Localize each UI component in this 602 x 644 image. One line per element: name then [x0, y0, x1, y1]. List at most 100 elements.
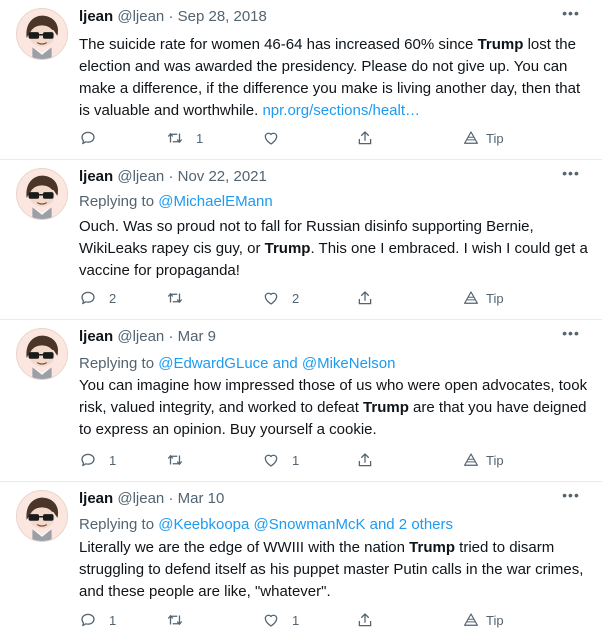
tip-icon [462, 451, 480, 469]
replying-to: Replying to @EdwardGLuce and @MikeNelson [79, 353, 395, 375]
reply-button[interactable] [79, 126, 109, 150]
tweet-date[interactable]: · Mar 10 [168, 490, 224, 507]
replying-to-link[interactable]: @Keebkoopa @SnowmanMcK and 2 others [158, 516, 453, 533]
reply-button[interactable]: 2 [79, 286, 116, 310]
highlighted-term: Trump [409, 539, 456, 556]
replying-prefix: Replying to [79, 355, 159, 372]
author-handle[interactable]: @ljean [117, 168, 164, 185]
tweet-text-segment: Literally we are the edge of WWIII with … [79, 539, 410, 556]
retweet-icon [166, 611, 184, 629]
tip-label: Tip [486, 130, 504, 146]
replying-to-link[interactable]: @EdwardGLuce and @MikeNelson [158, 355, 395, 372]
replying-to: Replying to @Keebkoopa @SnowmanMcK and 2… [79, 514, 453, 536]
share-icon [356, 289, 374, 307]
more-icon[interactable]: ••• [560, 326, 582, 348]
tip-button[interactable]: Tip [462, 126, 504, 150]
author-handle[interactable]: @ljean [117, 8, 164, 25]
author-name[interactable]: ljean [79, 490, 113, 507]
more-icon[interactable]: ••• [560, 6, 582, 28]
retweet-icon [166, 289, 184, 307]
reply-count: 2 [109, 290, 117, 306]
author-name[interactable]: ljean [79, 328, 113, 345]
retweet-button[interactable] [166, 608, 196, 632]
tip-label: Tip [486, 612, 504, 628]
tweet-date[interactable]: · Mar 9 [168, 328, 216, 345]
action-bar: 1 Tip [0, 126, 602, 150]
reply-count: 1 [109, 452, 117, 468]
author-name[interactable]: ljean [79, 8, 113, 25]
retweet-count: 1 [196, 130, 204, 146]
highlighted-term: Trump [363, 399, 409, 416]
avatar[interactable] [16, 328, 68, 380]
retweet-button[interactable] [166, 286, 196, 310]
tweet[interactable]: ljean @ljean · Nov 22, 2021 ••• Replying… [0, 160, 602, 320]
like-button[interactable]: 1 [262, 608, 299, 632]
reply-count: 1 [109, 612, 117, 628]
tweet-header: ljean @ljean · Nov 22, 2021 [79, 166, 582, 188]
author-handle[interactable]: @ljean [117, 490, 164, 507]
tweet-date[interactable]: · Sep 28, 2018 [168, 8, 266, 25]
like-count: 1 [292, 452, 300, 468]
reply-icon [79, 129, 97, 147]
reply-button[interactable]: 1 [79, 608, 116, 632]
action-bar: 1 1 Tip [0, 448, 602, 472]
share-icon [356, 129, 374, 147]
like-button[interactable]: 2 [262, 286, 299, 310]
tweet-text: Ouch. Was so proud not to fall for Russi… [79, 216, 591, 282]
retweet-button[interactable]: 1 [166, 126, 203, 150]
tweet[interactable]: ljean @ljean · Mar 10 ••• Replying to @K… [0, 482, 602, 644]
avatar[interactable] [16, 8, 68, 60]
tweet-text: You can imagine how impressed those of u… [79, 375, 591, 441]
highlighted-term: Trump [264, 240, 311, 257]
tweet[interactable]: ljean @ljean · Sep 28, 2018 ••• The suic… [0, 0, 602, 160]
replying-prefix: Replying to [79, 193, 159, 210]
tip-icon [462, 289, 480, 307]
tweet-header: ljean @ljean · Sep 28, 2018 [79, 6, 582, 28]
tip-button[interactable]: Tip [462, 448, 504, 472]
share-button[interactable] [356, 608, 374, 632]
author-handle[interactable]: @ljean [117, 328, 164, 345]
like-count: 2 [292, 290, 300, 306]
replying-to: Replying to @MichaelEMann [79, 191, 273, 213]
more-icon[interactable]: ••• [560, 488, 582, 510]
retweet-icon [166, 129, 184, 147]
tweet-text-segment: The suicide rate for women 46-64 has inc… [79, 36, 478, 53]
reply-button[interactable]: 1 [79, 448, 116, 472]
replying-prefix: Replying to [79, 516, 159, 533]
action-bar: 1 1 Tip [0, 608, 602, 632]
like-button[interactable]: 1 [262, 448, 299, 472]
like-icon [262, 611, 280, 629]
tweet-date[interactable]: · Nov 22, 2021 [168, 168, 266, 185]
share-icon [356, 451, 374, 469]
tip-icon [462, 129, 480, 147]
tip-icon [462, 611, 480, 629]
replying-to-link[interactable]: @MichaelEMann [158, 193, 272, 210]
tip-label: Tip [486, 290, 504, 306]
tweet-header: ljean @ljean · Mar 9 [79, 326, 582, 348]
tip-button[interactable]: Tip [462, 286, 504, 310]
tweet-text: Literally we are the edge of WWIII with … [79, 537, 591, 603]
tweet-text: The suicide rate for women 46-64 has inc… [79, 34, 591, 122]
share-button[interactable] [356, 448, 374, 472]
reply-icon [79, 289, 97, 307]
like-icon [262, 289, 280, 307]
share-icon [356, 611, 374, 629]
tip-button[interactable]: Tip [462, 608, 504, 632]
tip-label: Tip [486, 452, 504, 468]
avatar[interactable] [16, 490, 68, 542]
action-bar: 2 2 Tip [0, 286, 602, 310]
more-icon[interactable]: ••• [560, 166, 582, 188]
tweet-header: ljean @ljean · Mar 10 [79, 488, 582, 510]
tweet-link[interactable]: npr.org/sections/healt… [262, 102, 420, 119]
like-icon [262, 129, 280, 147]
avatar[interactable] [16, 168, 68, 220]
retweet-icon [166, 451, 184, 469]
author-name[interactable]: ljean [79, 168, 113, 185]
tweet[interactable]: ljean @ljean · Mar 9 ••• Replying to @Ed… [0, 320, 602, 482]
like-button[interactable] [262, 126, 292, 150]
share-button[interactable] [356, 286, 374, 310]
highlighted-term: Trump [477, 36, 524, 53]
like-icon [262, 451, 280, 469]
share-button[interactable] [356, 126, 374, 150]
retweet-button[interactable] [166, 448, 196, 472]
